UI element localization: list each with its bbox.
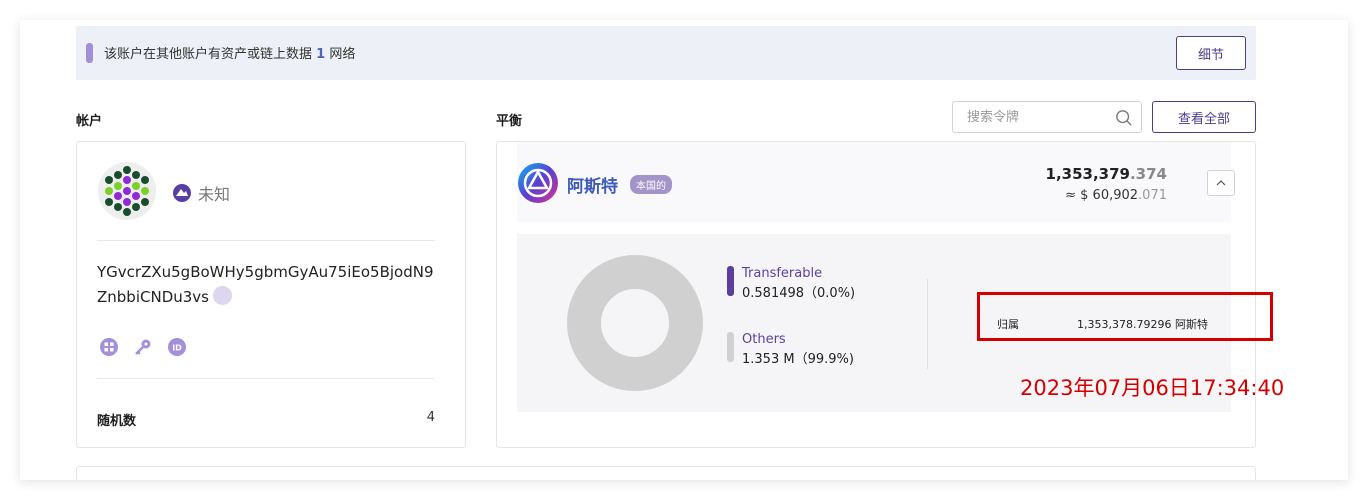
id-icon[interactable]: ID [167,337,187,357]
notice-network-count: 1 [316,47,326,62]
token-search-input[interactable] [953,102,1113,132]
token-amount: 1,353,379.374 [1046,165,1167,183]
legend-value: 1.353 M（99.9%) [742,352,854,367]
identity-status: 未知 [172,181,230,205]
divider [97,240,435,241]
token-logo-icon [518,163,558,203]
token-row[interactable]: 阿斯特 本国的 1,353,379.374 ≈ $ 60,902.071 [517,142,1235,222]
fiat-int: ≈ $ 60,902 [1065,188,1139,203]
collapse-button[interactable] [1207,170,1235,196]
fiat-dec: .071 [1138,188,1167,203]
donut-slice-others [567,255,703,391]
qr-code-icon[interactable] [99,337,119,357]
highlight-box [977,292,1273,341]
screenshot-timestamp: 2023年07月06日17:34:40 [1020,376,1285,400]
account-address: YGvcrZXu5gBoWHy5gbmGyAu75iEo5BjodN9Znbbi… [97,260,437,310]
nonce-value: 4 [426,410,435,425]
key-icon[interactable] [133,337,153,357]
copy-icon[interactable] [212,286,232,305]
token-fiat-value: ≈ $ 60,902.071 [1065,188,1167,203]
token-amount-int: 1,353,379 [1045,165,1130,183]
notice-text: 该账户在其他账户有资产或链上数据 1 网络 [104,43,355,62]
legend-color-bar [727,332,734,362]
divider [97,378,435,379]
identity-status-label: 未知 [198,185,231,204]
account-address-text: YGvcrZXu5gBoWHy5gbmGyAu75iEo5BjodN9Znbbi… [97,263,434,306]
divider [927,279,928,369]
view-all-button[interactable]: 查看全部 [1152,101,1256,133]
native-badge: 本国的 [630,175,672,194]
legend-color-bar [727,266,734,296]
legend-name: Others [742,332,786,347]
account-action-icons: ID [99,337,187,357]
legend-value: 0.581498（0.0%) [742,286,856,301]
account-card: 未知 YGvcrZXu5gBoWHy5gbmGyAu75iEo5BjodN9Zn… [76,141,466,448]
legend-name: Transferable [742,266,823,281]
notice-accent-bar [86,43,93,63]
notice-text-after: 网络 [325,47,356,62]
search-icon[interactable] [1115,109,1133,127]
token-search[interactable] [952,101,1142,133]
avatar [98,162,156,220]
page-container: 该账户在其他账户有资产或链上数据 1 网络 细节 帐户 平衡 查看全部 [20,20,1348,480]
token-name: 阿斯特 [567,177,618,197]
account-section-title: 帐户 [76,114,103,129]
token-amount-dec: .374 [1129,165,1167,183]
unknown-identity-icon [173,184,191,202]
notice-text-before: 该账户在其他账户有资产或链上数据 [104,47,317,62]
details-button[interactable]: 细节 [1176,36,1246,70]
chevron-up-icon [1216,180,1226,186]
balance-section-title: 平衡 [496,114,523,129]
svg-text:ID: ID [172,344,182,353]
multi-network-notice: 该账户在其他账户有资产或链上数据 1 网络 细节 [76,26,1256,80]
balance-donut-chart [567,255,703,391]
next-section-card [76,466,1256,480]
nonce-label: 随机数 [97,414,137,429]
